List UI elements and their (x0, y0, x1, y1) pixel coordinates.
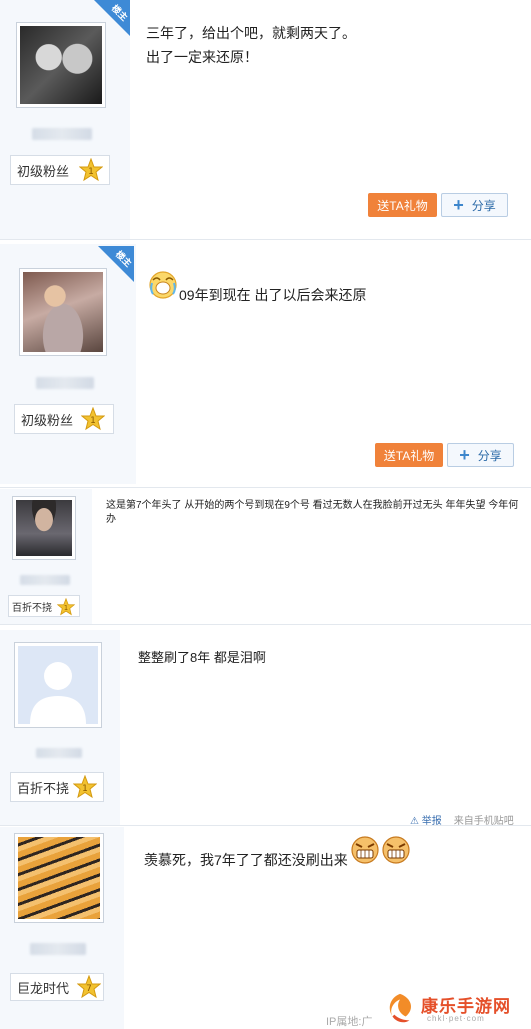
svg-text:7: 7 (86, 984, 92, 994)
watermark-domain: chkl·pet·com (427, 1014, 485, 1023)
rank-badge[interactable]: 巨龙时代 7 (10, 973, 104, 1001)
star-icon: 1 (73, 775, 97, 799)
ip-location: IP属地:广 (326, 1016, 373, 1028)
avatar[interactable] (14, 833, 104, 923)
rank-badge[interactable]: 初级粉丝 1 (10, 155, 110, 185)
plus-icon: + (453, 195, 464, 215)
post-body-line: 三年了，给出个吧，就剩两天了。 (146, 25, 356, 41)
star-icon: 7 (77, 975, 101, 999)
post-3: 百折不挠 1 这是第7个年头了 从开始的两个号到现在9个号 看过无数人在我脸前开… (0, 489, 531, 625)
svg-text:1: 1 (64, 604, 68, 612)
rank-badge[interactable]: 百折不挠 1 (10, 772, 104, 802)
angry-emoji-icon (382, 836, 410, 864)
plus-icon: + (459, 445, 470, 465)
divider (0, 624, 531, 625)
post-body-line: 出了一定来还原！ (146, 49, 258, 65)
avatar[interactable] (16, 22, 106, 108)
username[interactable] (30, 943, 86, 955)
share-button[interactable]: + 分享 (447, 443, 514, 467)
post-1: 楼主 初级粉丝 1 三年了，给出个吧，就剩两天了。 出了一定来还原！ 送TA礼物… (0, 0, 531, 240)
rank-label: 初级粉丝 (21, 412, 74, 428)
rank-label: 百折不挠 (12, 602, 52, 614)
star-icon: 1 (79, 158, 103, 182)
rank-label: 初级粉丝 (17, 163, 70, 179)
share-label: 分享 (477, 448, 502, 463)
default-avatar-icon (30, 662, 86, 724)
divider (0, 487, 531, 488)
rank-label: 百折不挠 (17, 780, 70, 796)
divider (0, 239, 531, 240)
svg-text:1: 1 (90, 416, 96, 426)
post-2: 楼主 初级粉丝 1 09年到现在 出了以后会来还原 送TA礼物 + 分享 (0, 244, 531, 488)
avatar[interactable] (14, 642, 102, 728)
send-gift-button[interactable]: 送TA礼物 (375, 443, 443, 467)
crying-emoji-icon (149, 271, 177, 299)
username[interactable] (36, 377, 94, 389)
svg-text:1: 1 (88, 167, 94, 177)
rank-badge[interactable]: 百折不挠 1 (8, 595, 80, 617)
star-icon: 1 (81, 407, 105, 431)
svg-text:1: 1 (82, 784, 88, 794)
avatar[interactable] (19, 268, 107, 356)
post-body: 整整刷了8年 都是泪啊 (138, 650, 266, 665)
post-body: 这是第7个年头了 从开始的两个号到现在9个号 看过无数人在我脸前开过无头 年年失… (106, 500, 519, 525)
post-4: 百折不挠 1 整整刷了8年 都是泪啊 ⚠ 举报 来自手机贴吧 (0, 630, 531, 827)
username[interactable] (32, 128, 92, 140)
username[interactable] (20, 575, 70, 585)
divider (0, 825, 531, 826)
rank-badge[interactable]: 初级粉丝 1 (14, 404, 114, 434)
site-watermark: 康乐手游网 chkl·pet·com (383, 990, 529, 1028)
rank-label: 巨龙时代 (17, 980, 70, 996)
send-gift-button[interactable]: 送TA礼物 (368, 193, 437, 217)
share-button[interactable]: + 分享 (441, 193, 508, 217)
star-icon: 1 (57, 598, 75, 616)
share-label: 分享 (471, 198, 496, 213)
post-body: 09年到现在 出了以后会来还原 (179, 287, 367, 303)
avatar[interactable] (12, 496, 76, 560)
post-body: 羡慕死，我7年了了都还没刷出来 (144, 852, 348, 868)
angry-emoji-icon (351, 836, 379, 864)
watermark-logo-icon (389, 993, 412, 1023)
username[interactable] (36, 748, 82, 758)
